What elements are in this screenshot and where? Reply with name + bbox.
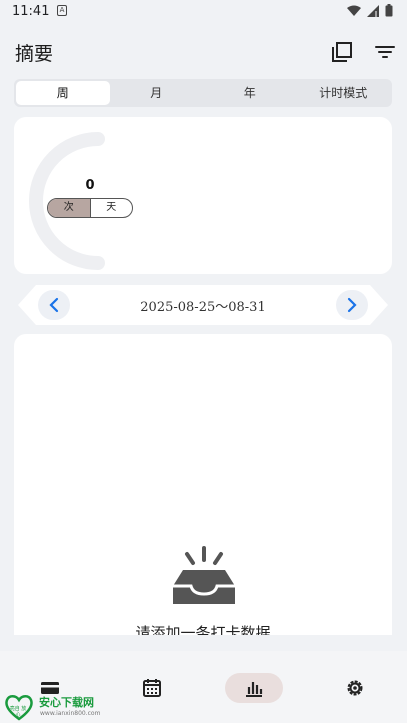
status-time: 11:41 — [12, 4, 50, 19]
next-week-button[interactable] — [336, 290, 368, 320]
watermark-url: www.ianxin800.com — [40, 710, 101, 717]
data-card: 请添加一条打卡数据 — [14, 334, 392, 635]
page-title: 摘要 — [15, 43, 54, 65]
nav-summary[interactable] — [225, 673, 283, 703]
battery-icon — [385, 4, 393, 17]
wifi-icon — [347, 5, 361, 16]
copy-icon[interactable] — [330, 40, 354, 64]
summary-card: 0 次 天 — [14, 117, 392, 274]
empty-inbox-icon — [173, 546, 235, 604]
tab-year[interactable]: 年 — [203, 81, 297, 105]
status-icons — [347, 4, 393, 17]
tab-month[interactable]: 月 — [110, 81, 204, 105]
gear-icon — [347, 680, 363, 696]
bar-chart-icon — [246, 682, 263, 697]
tab-timer-mode[interactable]: 计时模式 — [297, 81, 391, 105]
tab-week[interactable]: 周 — [16, 81, 110, 105]
prev-week-button[interactable] — [38, 290, 70, 320]
empty-message: 请添加一条打卡数据 — [135, 624, 271, 635]
count-value: 0 — [85, 178, 95, 193]
app-bar: 摘要 — [0, 30, 407, 72]
unit-days[interactable]: 天 — [89, 199, 133, 217]
nav-calendar[interactable] — [123, 673, 181, 703]
unit-times[interactable]: 次 — [48, 199, 90, 217]
period-tabs: 周 月 年 计时模式 — [14, 79, 392, 107]
watermark-badge: 亮自 放心 — [9, 706, 27, 718]
filter-icon[interactable] — [373, 40, 397, 64]
chevron-left-icon — [49, 297, 59, 313]
watermark: 亮自 放心 安心下载网 www.ianxin800.com — [2, 693, 112, 721]
nav-settings[interactable] — [326, 673, 384, 703]
chevron-right-icon — [347, 297, 357, 313]
unit-toggle: 次 天 — [47, 198, 133, 218]
date-range: 2025-08-25～08-31 — [140, 300, 266, 315]
notification-icon: A — [57, 5, 67, 16]
signal-icon — [367, 4, 379, 17]
calendar-icon — [143, 679, 161, 697]
watermark-name: 安心下载网 — [39, 696, 94, 709]
status-bar: 11:41 A — [0, 0, 407, 24]
